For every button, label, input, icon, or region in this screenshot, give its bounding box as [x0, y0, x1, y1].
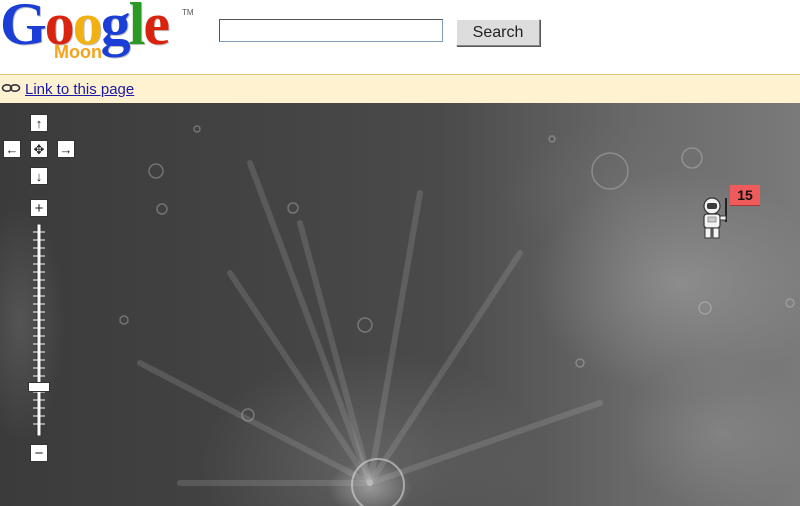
zoom-out-button[interactable]: − [30, 444, 48, 462]
search-input[interactable] [219, 19, 443, 42]
logo-trademark: TM [182, 8, 194, 17]
link-icon [1, 83, 21, 93]
pan-up-button[interactable]: ↑ [30, 114, 48, 132]
logo-subtitle: Moon [54, 42, 102, 62]
moon-surface [119, 125, 795, 506]
astronaut-icon[interactable] [700, 196, 730, 240]
google-moon-logo[interactable]: Google TM Moon [0, 0, 195, 66]
marker-flag-label[interactable]: 15 [730, 185, 760, 206]
pan-left-button[interactable]: ← [3, 140, 21, 158]
header: Google TM Moon Search [0, 0, 800, 74]
zoom-slider-track[interactable] [33, 224, 45, 436]
link-bar: Link to this page [0, 74, 800, 103]
zoom-in-button[interactable]: + [30, 199, 48, 217]
search-button[interactable]: Search [456, 19, 540, 46]
moon-map[interactable]: ↑ ← ✥ → ↓ + − 15 [0, 103, 800, 506]
link-to-this-page[interactable]: Link to this page [25, 81, 134, 98]
zoom-slider-handle[interactable] [28, 381, 50, 392]
pan-center-button[interactable]: ✥ [30, 140, 48, 158]
pan-down-button[interactable]: ↓ [30, 167, 48, 185]
pan-right-button[interactable]: → [57, 140, 75, 158]
